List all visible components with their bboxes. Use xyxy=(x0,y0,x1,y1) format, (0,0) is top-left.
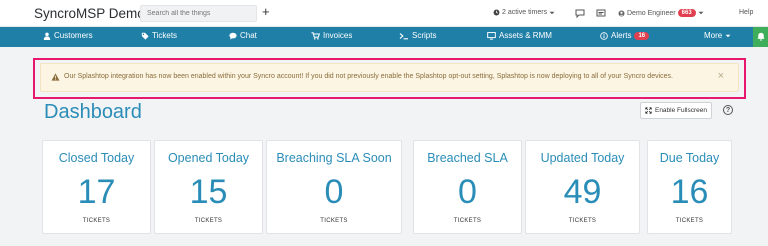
stat-card-updated-today[interactable]: Updated Today 49 TICKETS xyxy=(525,140,640,234)
enable-fullscreen-button[interactable]: Enable Fullscreen xyxy=(640,102,712,119)
nav-label: More xyxy=(704,31,723,40)
card-title: Breaching SLA Soon xyxy=(276,151,392,165)
card-value: 0 xyxy=(458,173,477,211)
card-unit: TICKETS xyxy=(675,218,704,224)
user-name: Demo Engineer xyxy=(627,9,676,17)
nav-alerts[interactable]: Alerts 16 xyxy=(600,31,650,40)
stat-card-due-today[interactable]: Due Today 16 TICKETS xyxy=(647,140,732,234)
user-circle-icon xyxy=(618,9,625,17)
active-timers[interactable]: 2 active timers xyxy=(493,9,555,16)
caret-down-icon xyxy=(725,34,731,37)
main-nav: Customers Tickets Chat Invoices Scripts … xyxy=(0,27,768,47)
caret-down-icon xyxy=(698,11,704,15)
user-icon xyxy=(43,32,51,40)
fullscreen-label: Enable Fullscreen xyxy=(654,107,708,114)
card-value: 15 xyxy=(189,173,228,211)
page-title: Dashboard xyxy=(44,101,142,123)
warning-icon xyxy=(51,73,60,81)
expand-icon xyxy=(645,107,652,114)
tag-icon xyxy=(141,32,149,40)
card-unit: TICKETS xyxy=(194,218,223,224)
new-button[interactable]: + xyxy=(262,4,270,19)
nav-customers[interactable]: Customers xyxy=(43,31,93,40)
info-circle-icon xyxy=(600,31,608,40)
help-link[interactable]: Help xyxy=(739,9,753,16)
timers-label: 2 active timers xyxy=(502,9,548,16)
nav-label: Alerts xyxy=(611,31,632,40)
card-value: 49 xyxy=(563,173,602,211)
clock-icon xyxy=(493,9,500,16)
nav-label: Invoices xyxy=(323,31,353,40)
card-title: Updated Today xyxy=(540,151,625,165)
card-title: Closed Today xyxy=(58,151,135,165)
card-title: Opened Today xyxy=(167,151,250,165)
app-title[interactable]: SyncroMSP Demo xyxy=(34,6,145,21)
monitor-icon xyxy=(487,31,496,40)
user-menu[interactable]: Demo Engineer 663 xyxy=(618,9,704,17)
nav-more[interactable]: More xyxy=(704,31,731,40)
nav-label: Chat xyxy=(240,31,257,40)
nav-assets-rmm[interactable]: Assets & RMM xyxy=(487,31,552,40)
nav-label: Customers xyxy=(54,31,93,40)
chevron-down-icon xyxy=(549,11,555,14)
bell-icon xyxy=(757,32,765,41)
card-value: 0 xyxy=(324,173,344,211)
card-unit: TICKETS xyxy=(453,218,482,224)
terminal-icon xyxy=(399,32,408,39)
card-title: Due Today xyxy=(659,151,720,165)
chat-bubble-icon[interactable] xyxy=(575,8,585,18)
nav-scripts[interactable]: Scripts xyxy=(399,31,436,40)
help-icon[interactable]: ? xyxy=(723,105,733,115)
notifications-button[interactable] xyxy=(753,27,768,47)
card-unit: TICKETS xyxy=(82,218,111,224)
card-value: 16 xyxy=(670,173,709,211)
nav-chat[interactable]: Chat xyxy=(229,31,257,40)
chat-icon xyxy=(229,32,237,40)
stat-card-closed-today[interactable]: Closed Today 17 TICKETS xyxy=(42,140,151,234)
splashtop-alert: Our Splashtop integration has now been e… xyxy=(40,63,739,92)
alert-message: Our Splashtop integration has now been e… xyxy=(64,73,673,80)
card-unit: TICKETS xyxy=(320,218,348,224)
card-icon[interactable] xyxy=(596,8,606,18)
stat-card-breaching-sla-soon[interactable]: Breaching SLA Soon 0 TICKETS xyxy=(266,140,402,234)
close-icon[interactable]: × xyxy=(718,70,724,82)
nav-label: Scripts xyxy=(412,31,437,40)
top-bar: SyncroMSP Demo + 2 active timers Demo En… xyxy=(0,0,768,27)
notification-badge: 663 xyxy=(677,9,696,17)
card-title: Breached SLA xyxy=(427,151,508,165)
search-input[interactable] xyxy=(140,5,257,22)
stat-card-opened-today[interactable]: Opened Today 15 TICKETS xyxy=(154,140,263,234)
cart-icon xyxy=(311,31,320,40)
card-unit: TICKETS xyxy=(568,218,597,224)
nav-tickets[interactable]: Tickets xyxy=(141,31,177,40)
alerts-count-badge: 16 xyxy=(634,31,650,40)
nav-label: Tickets xyxy=(152,31,178,40)
stat-card-breached-sla[interactable]: Breached SLA 0 TICKETS xyxy=(413,140,522,234)
card-value: 17 xyxy=(77,173,116,211)
nav-invoices[interactable]: Invoices xyxy=(311,31,352,40)
nav-label: Assets & RMM xyxy=(499,31,552,40)
